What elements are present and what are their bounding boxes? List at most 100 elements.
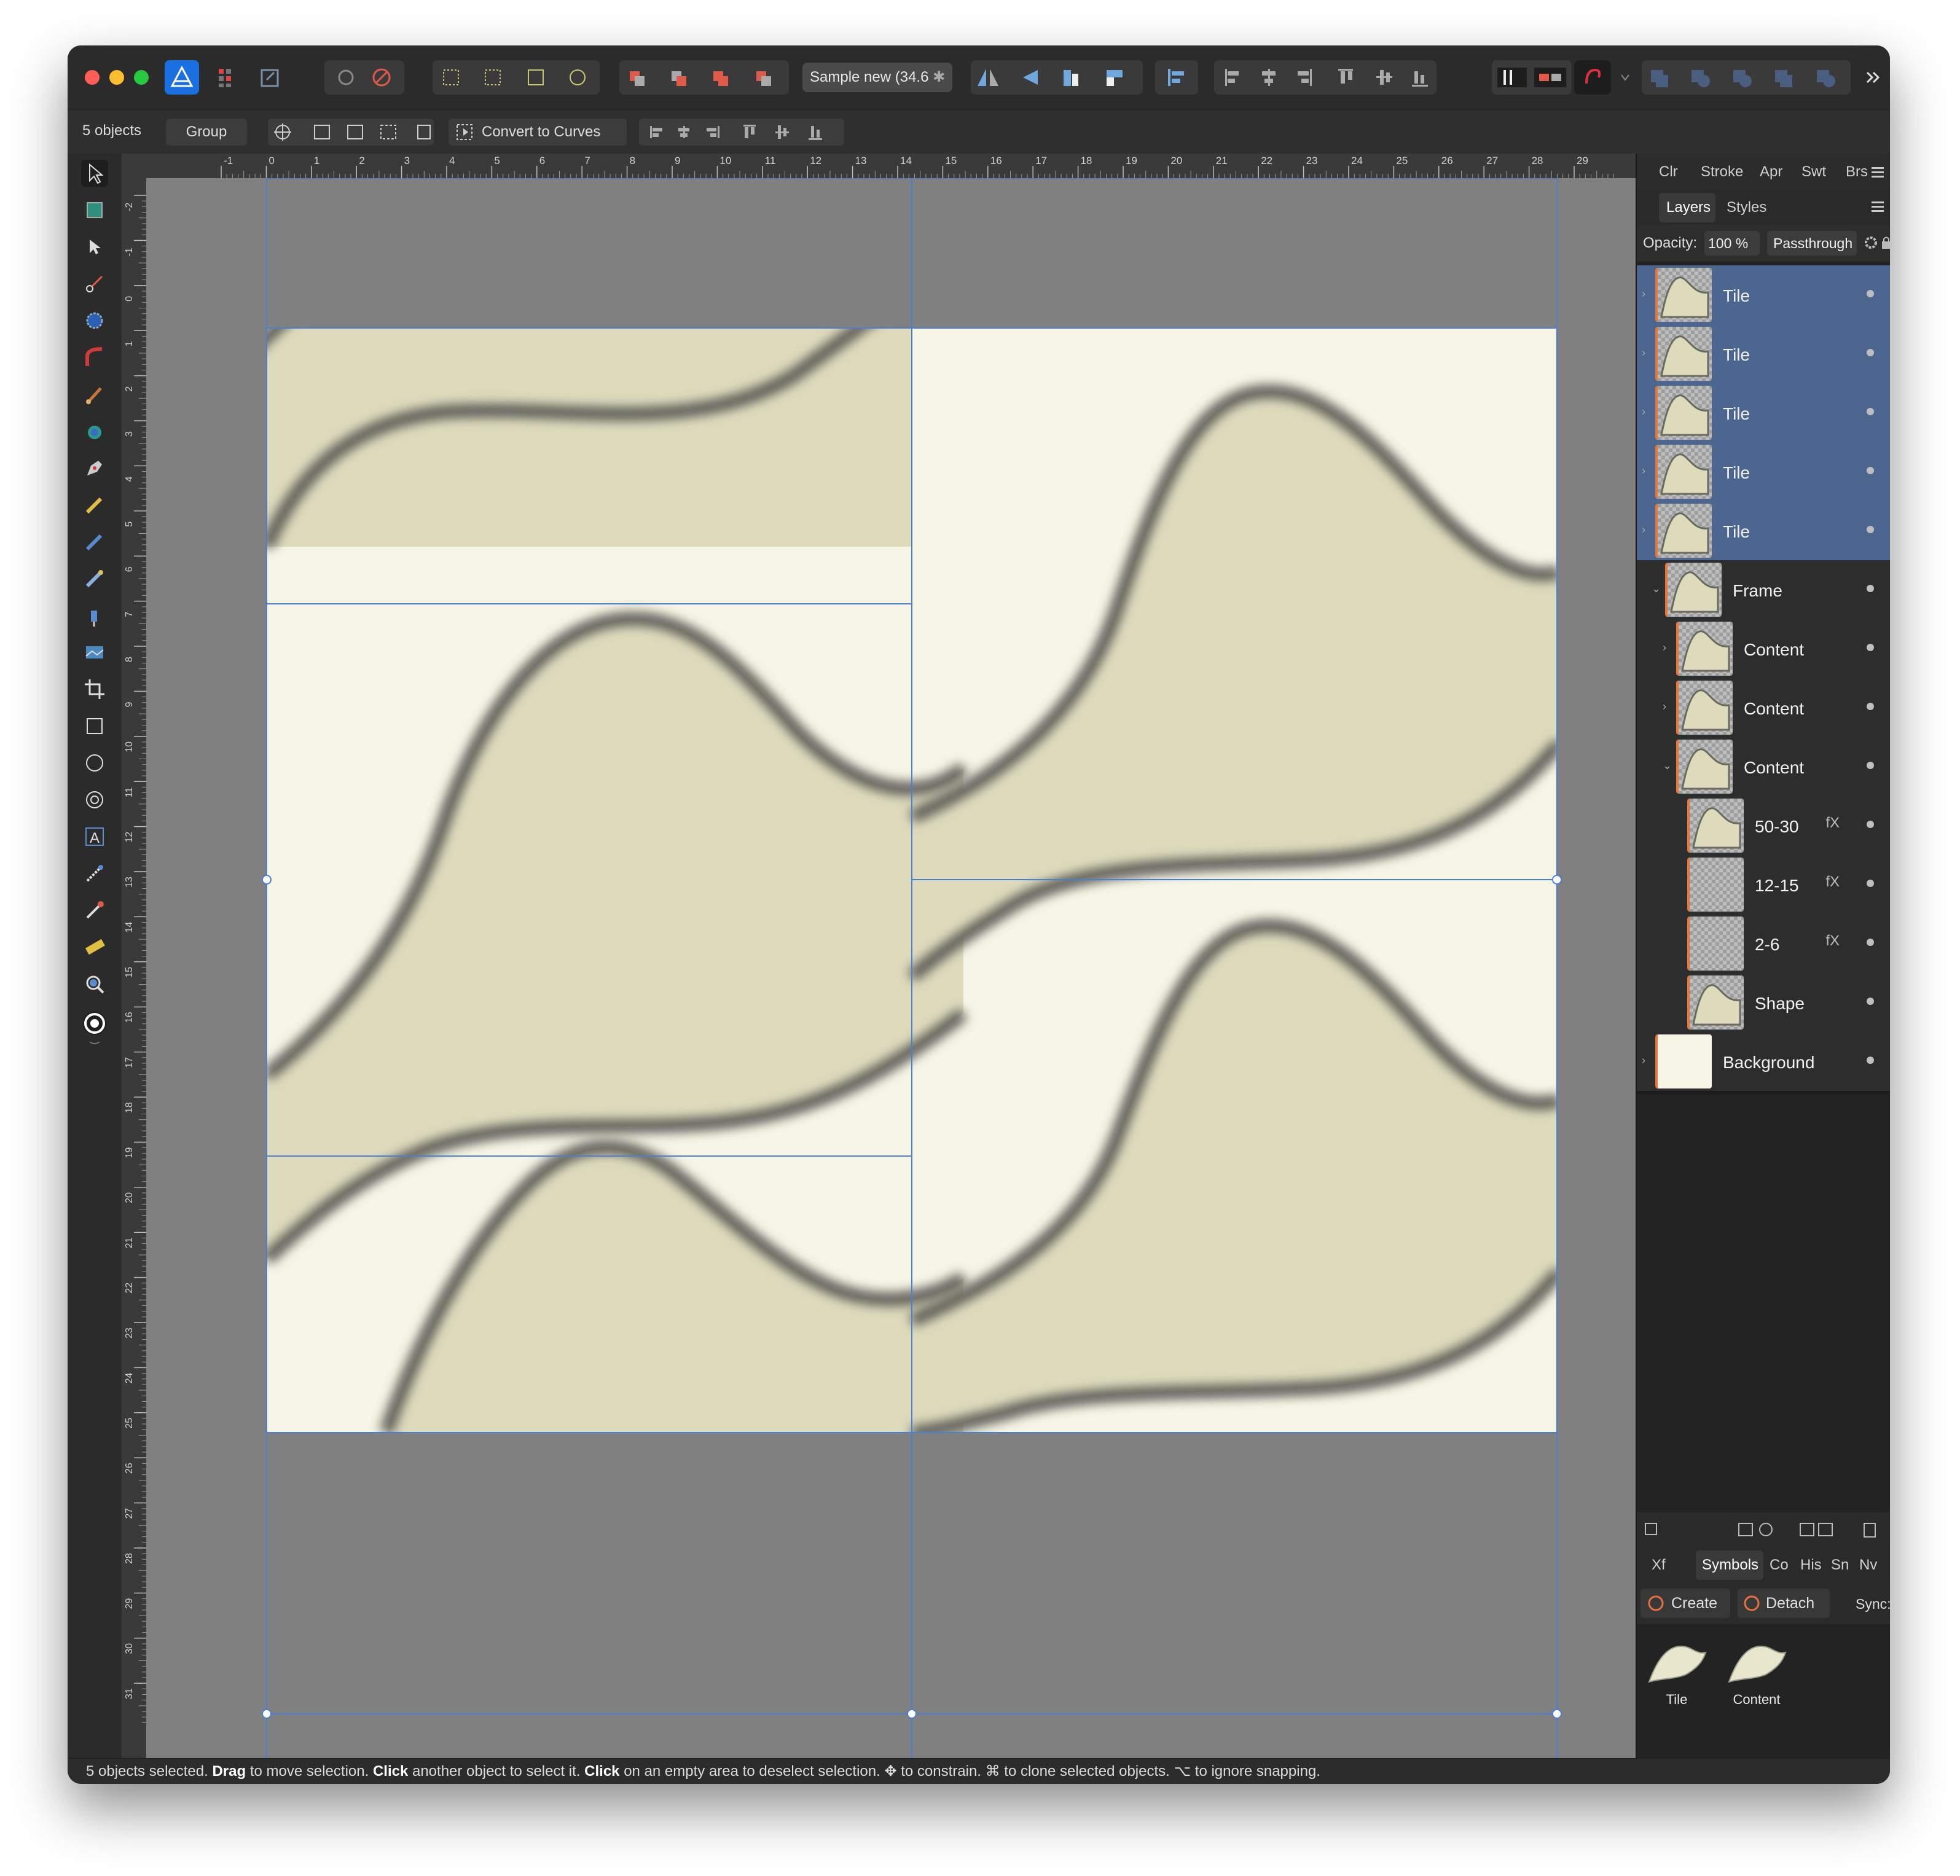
layer-row[interactable]: › Content — [1637, 619, 1890, 679]
tab-navigator[interactable]: Nv — [1859, 1557, 1877, 1574]
selection-handle[interactable] — [907, 1709, 917, 1719]
zoom-window-button[interactable] — [134, 70, 149, 85]
visibility-toggle-icon[interactable] — [1867, 939, 1874, 946]
tab-layers[interactable]: Layers — [1666, 199, 1711, 216]
layer-row[interactable]: › Tile — [1637, 324, 1890, 384]
node-tool-icon[interactable] — [81, 233, 108, 260]
chevron-right-icon[interactable] — [1674, 995, 1682, 1010]
chevron-down-icon[interactable] — [1616, 60, 1634, 95]
chevron-right-icon[interactable]: › — [1642, 523, 1650, 538]
pencil-tool-icon[interactable] — [81, 491, 108, 518]
fill-bucket-tool-icon[interactable] — [81, 602, 108, 629]
designer-persona-icon[interactable] — [165, 60, 199, 95]
visibility-toggle-icon[interactable] — [1867, 644, 1874, 651]
brush-tool-icon[interactable] — [81, 381, 108, 408]
opacity-field[interactable]: 100 % — [1704, 231, 1760, 256]
blend-mode-select[interactable]: Passthrough — [1767, 231, 1857, 256]
group-button[interactable]: Group — [166, 119, 247, 146]
layer-row[interactable]: 50-30 fX — [1637, 796, 1890, 856]
visibility-toggle-icon[interactable] — [1867, 821, 1874, 828]
tab-history[interactable]: His — [1800, 1557, 1822, 1574]
point-transform-tool-icon[interactable] — [81, 270, 108, 297]
layer-row[interactable]: › Tile — [1637, 442, 1890, 502]
rectangle-tool-icon[interactable] — [81, 713, 108, 740]
vertical-ruler[interactable]: -2 -1 0 1 2 3 4 5 6 7 8 9 10 11 12 13 14 15 16 17 18 19 20 21 22… — [122, 154, 146, 1758]
convert-to-curves-button[interactable]: Convert to Curves — [449, 119, 627, 146]
measure-tool-icon[interactable] — [81, 934, 108, 961]
transform-origin-group[interactable] — [268, 119, 434, 146]
layer-row[interactable]: › Tile — [1637, 265, 1890, 325]
fill-stroke-swatch-icon[interactable] — [81, 1010, 108, 1049]
chevron-right-icon[interactable]: › — [1642, 287, 1650, 302]
donut-tool-icon[interactable] — [81, 786, 108, 813]
tab-appearance[interactable]: Apr — [1760, 163, 1782, 181]
layer-row[interactable]: › Tile — [1637, 383, 1890, 443]
pixel-persona-icon[interactable] — [210, 60, 245, 95]
tab-constraints[interactable]: Co — [1770, 1557, 1789, 1574]
chevron-right-icon[interactable] — [1674, 877, 1682, 892]
lock-icon[interactable] — [1880, 235, 1890, 251]
visibility-toggle-icon[interactable] — [1867, 880, 1874, 887]
tab-symbols[interactable]: Symbols — [1702, 1557, 1758, 1574]
tab-snapshots[interactable]: Sn — [1831, 1557, 1849, 1574]
selection-handle[interactable] — [262, 875, 272, 885]
boolean-group[interactable] — [1642, 60, 1851, 95]
transform-group[interactable] — [1492, 60, 1572, 95]
tab-brushes[interactable]: Brs — [1846, 163, 1868, 181]
document-title[interactable]: Sample new (34.6 ✱ — [802, 63, 952, 92]
visibility-toggle-icon[interactable] — [1867, 290, 1874, 297]
context-align-group[interactable] — [639, 119, 844, 146]
visibility-toggle-icon[interactable] — [1867, 349, 1874, 356]
horizontal-ruler[interactable]: in -101234567891011121314151617181920212… — [128, 154, 1636, 178]
layer-row[interactable]: ⌄ Frame — [1637, 560, 1890, 620]
artboard-tool-icon[interactable] — [81, 197, 108, 224]
effects-icon[interactable]: fX — [1825, 932, 1840, 950]
visibility-toggle-icon[interactable] — [1867, 585, 1874, 592]
snapping-group[interactable] — [433, 60, 600, 95]
minimize-window-button[interactable] — [109, 70, 124, 85]
layer-row[interactable]: › Background — [1637, 1032, 1890, 1092]
selection-handle[interactable] — [1552, 875, 1562, 885]
layer-row[interactable]: › Content — [1637, 678, 1890, 738]
align-group[interactable] — [1214, 60, 1437, 95]
layers-footer-icons[interactable] — [1637, 1512, 1890, 1547]
chevron-right-icon[interactable] — [1674, 936, 1682, 951]
create-symbol-button[interactable]: Create — [1641, 1589, 1730, 1618]
align-options-button[interactable] — [1155, 60, 1198, 95]
flip-rotate-group[interactable] — [971, 60, 1143, 95]
layer-row[interactable]: › Tile — [1637, 501, 1890, 561]
layer-row[interactable]: Shape — [1637, 973, 1890, 1033]
layer-row[interactable]: 12-15 fX — [1637, 855, 1890, 915]
symbol-item[interactable]: Tile — [1643, 1634, 1711, 1714]
visibility-toggle-icon[interactable] — [1867, 998, 1874, 1005]
chevron-right-icon[interactable]: ⌄ — [1663, 759, 1672, 774]
chevron-right-icon[interactable]: › — [1642, 464, 1650, 479]
chevron-right-icon[interactable] — [1674, 818, 1682, 833]
move-tool-icon[interactable] — [81, 160, 108, 187]
tab-transform[interactable]: Xf — [1652, 1557, 1666, 1574]
effects-icon[interactable]: fX — [1825, 815, 1840, 832]
gear-icon[interactable] — [1863, 235, 1879, 251]
visibility-toggle-icon[interactable] — [1867, 526, 1874, 533]
ellipse-tool-icon[interactable] — [81, 749, 108, 776]
chevron-right-icon[interactable]: › — [1663, 641, 1671, 656]
visibility-toggle-icon[interactable] — [1867, 762, 1874, 769]
export-persona-icon[interactable] — [253, 60, 288, 95]
geometry-icon[interactable] — [1574, 60, 1611, 95]
chevron-right-icon[interactable]: › — [1663, 700, 1671, 715]
paint-brush-tool-icon[interactable] — [81, 565, 108, 592]
effects-icon[interactable]: fX — [1825, 874, 1840, 891]
color-picker-tool-icon[interactable] — [81, 897, 108, 924]
fill-tool-icon[interactable] — [81, 418, 108, 445]
selection-handle[interactable] — [262, 1709, 272, 1719]
contour-tool-icon[interactable] — [81, 307, 108, 334]
tab-swatches[interactable]: Swt — [1801, 163, 1826, 181]
canvas[interactable] — [146, 178, 1636, 1758]
crop-tool-icon[interactable] — [81, 676, 108, 703]
visibility-toggle-icon[interactable] — [1867, 703, 1874, 710]
transparency-tool-icon[interactable] — [81, 860, 108, 887]
layer-row[interactable]: ⌄ Content — [1637, 737, 1890, 797]
tab-styles[interactable]: Styles — [1727, 199, 1766, 216]
text-tool-icon[interactable]: A — [81, 823, 108, 850]
chevron-right-icon[interactable]: › — [1642, 346, 1650, 361]
